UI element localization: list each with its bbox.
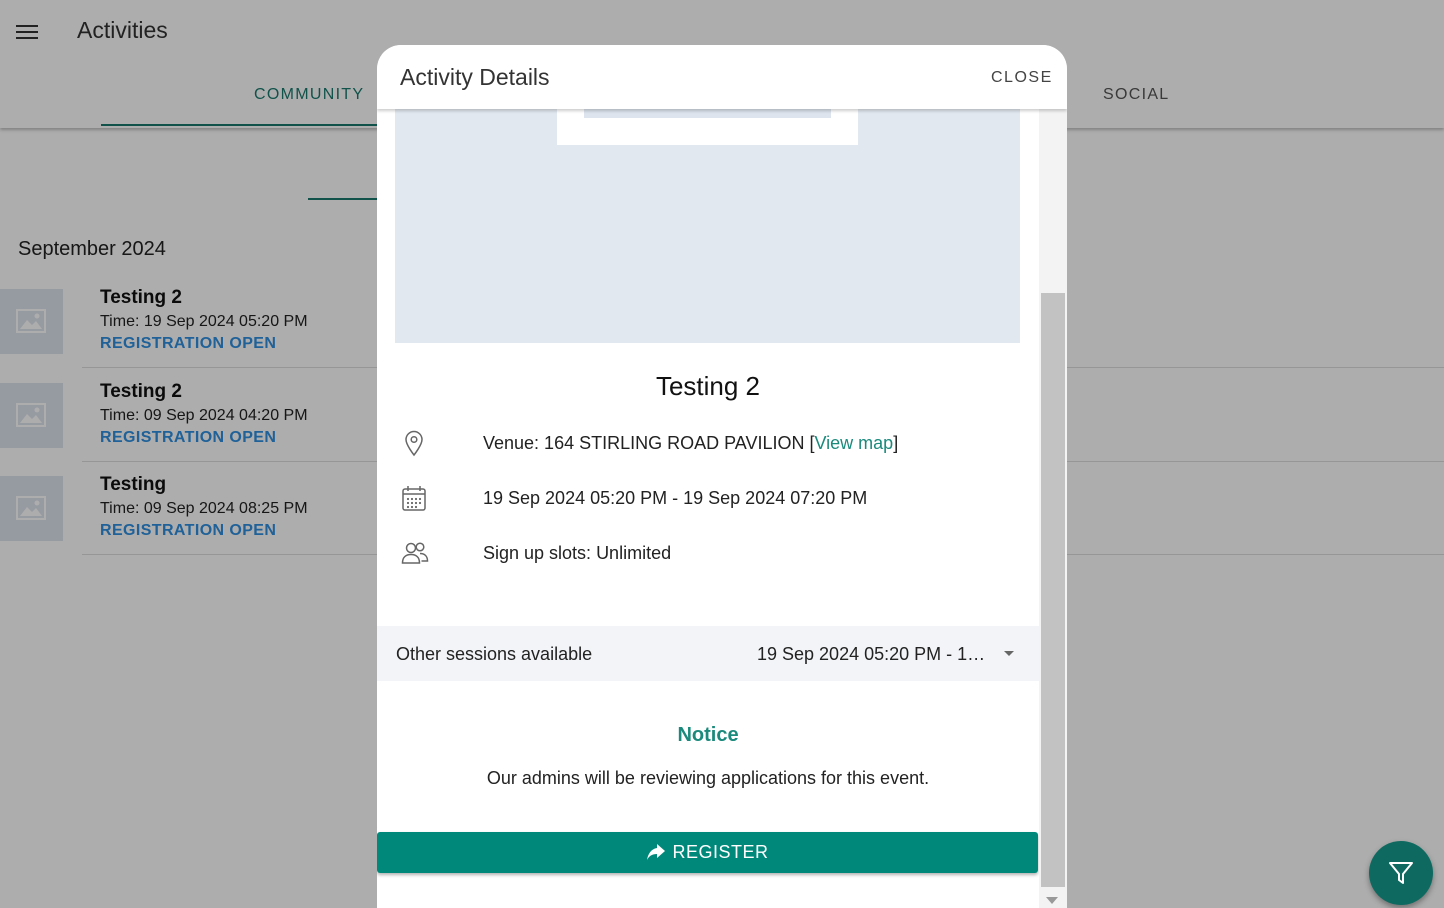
event-image	[395, 105, 1020, 343]
sessions-label: Other sessions available	[396, 644, 593, 664]
chevron-down-icon[interactable]	[1004, 651, 1014, 656]
calendar-icon	[402, 486, 426, 511]
filter-icon	[1389, 862, 1413, 884]
venue-bracket: ]	[893, 433, 899, 453]
people-icon	[401, 542, 429, 564]
venue-text: Venue: 164 STIRLING ROAD PAVILION [View …	[483, 433, 898, 454]
scrollbar-thumb[interactable]	[1041, 293, 1065, 887]
notice-text: Our admins will be reviewing application…	[486, 768, 930, 788]
share-arrow-icon	[647, 844, 666, 860]
sessions-select[interactable]: 19 Sep 2024 05:20 PM - 19 Sep 2024 07:20…	[757, 644, 989, 665]
venue-label: Venue: 164 STIRLING ROAD PAVILION [	[483, 433, 815, 453]
notice-title: Notice	[677, 724, 739, 746]
dialog-header: Activity Details CLOSE	[377, 45, 1067, 109]
activity-details-dialog: Activity Details CLOSE Testing 2 Venue: …	[377, 45, 1067, 908]
slots-row: Sign up slots: Unlimited	[377, 539, 1039, 569]
filter-button[interactable]	[1369, 841, 1433, 905]
slots-text: Sign up slots: Unlimited	[483, 543, 672, 563]
datetime-text: 19 Sep 2024 05:20 PM - 19 Sep 2024 07:20…	[483, 488, 868, 508]
venue-row: Venue: 164 STIRLING ROAD PAVILION [View …	[377, 429, 1039, 459]
dialog-scrollbar[interactable]	[1039, 109, 1067, 908]
register-button[interactable]: REGISTER	[377, 832, 1038, 873]
register-button-content: REGISTER	[377, 842, 1038, 863]
datetime-row: 19 Sep 2024 05:20 PM - 19 Sep 2024 07:20…	[377, 484, 1039, 514]
other-sessions: Other sessions available 19 Sep 2024 05:…	[377, 626, 1039, 681]
view-map-link[interactable]: View map	[814, 433, 893, 453]
event-title: Testing 2	[655, 371, 761, 401]
close-button[interactable]: CLOSE	[991, 69, 1053, 87]
scroll-down-arrow-icon[interactable]	[1046, 897, 1058, 904]
map-pin-icon	[405, 430, 423, 457]
event-image-frame	[557, 105, 858, 145]
dialog-title: Activity Details	[400, 64, 550, 90]
register-label: REGISTER	[672, 842, 769, 862]
